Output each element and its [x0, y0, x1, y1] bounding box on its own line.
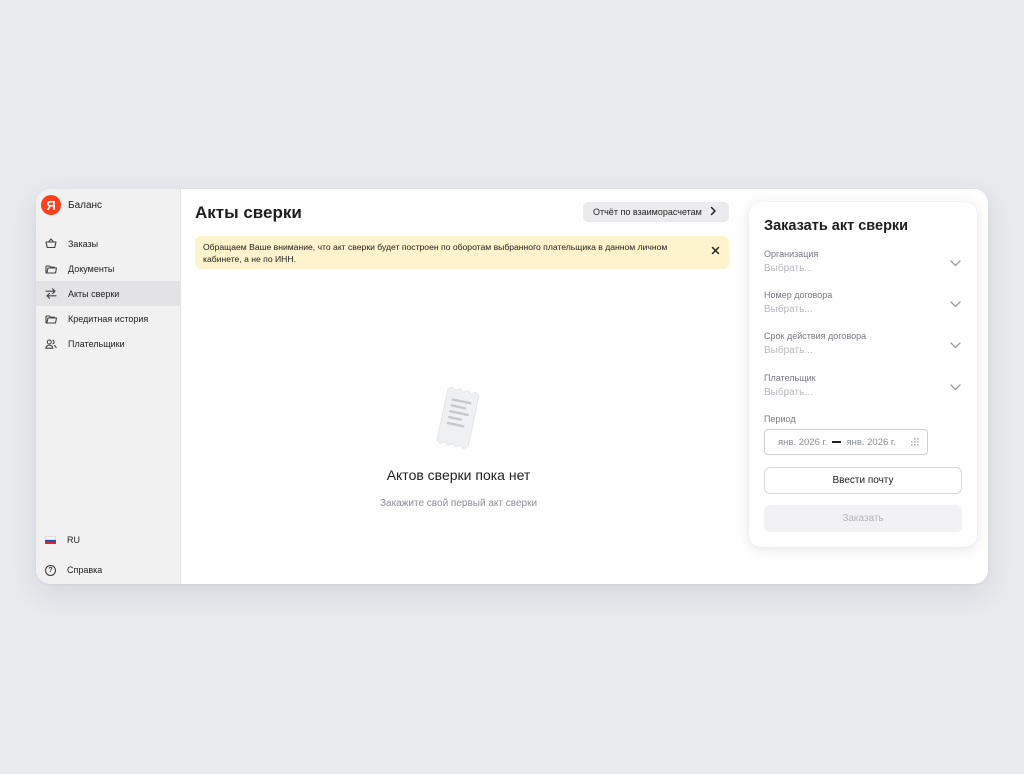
field-label: Срок действия договора	[764, 331, 867, 341]
order-act-panel: Заказать акт сверки Организация Выбрать.…	[749, 202, 977, 547]
yandex-logo-icon: Я	[41, 195, 61, 215]
field-label: Номер договора	[764, 290, 833, 300]
period-label: Период	[764, 414, 796, 424]
language-switcher[interactable]: RU	[36, 525, 180, 555]
chevron-down-icon	[950, 378, 961, 396]
sidebar-item-payers[interactable]: Плательщики	[36, 331, 180, 356]
chevron-down-icon	[950, 336, 961, 354]
sidebar-item-label: Документы	[68, 263, 115, 274]
help-link[interactable]: ? Справка	[36, 555, 180, 584]
organization-select[interactable]: Организация Выбрать...	[764, 249, 964, 281]
sidebar-item-credit-history[interactable]: Кредитная история	[36, 306, 180, 331]
contract-number-select[interactable]: Номер договора Выбрать...	[764, 290, 964, 322]
enter-email-button[interactable]: Ввести почту	[764, 467, 962, 494]
calendar-grid-icon[interactable]	[910, 438, 920, 450]
field-placeholder: Выбрать...	[764, 345, 813, 356]
brand-name: Баланс	[68, 199, 103, 211]
notice-text: Обращаем Ваше внимание, что акт сверки б…	[203, 242, 668, 264]
payer-select[interactable]: Плательщик Выбрать...	[764, 373, 964, 405]
russian-flag-icon	[45, 536, 56, 544]
panel-title: Заказать акт сверки	[764, 218, 909, 234]
help-icon: ?	[45, 564, 56, 576]
sidebar-item-documents[interactable]: Документы	[36, 256, 180, 281]
help-label: Справка	[67, 565, 103, 575]
settlement-report-label: Отчёт по взаиморасчетам	[593, 207, 702, 217]
receipt-icon	[434, 386, 484, 450]
sidebar-nav: Заказы Документы Акты сверки Кредитная и…	[36, 231, 180, 356]
basket-icon	[45, 238, 57, 250]
sidebar-item-reconciliation[interactable]: Акты сверки	[36, 281, 180, 306]
close-icon[interactable]	[711, 245, 720, 257]
folder-icon	[45, 263, 57, 275]
folder-icon	[45, 313, 57, 325]
sidebar: Я Баланс Заказы Документы Акты сверки Кр…	[36, 189, 181, 584]
settlement-report-button[interactable]: Отчёт по взаиморасчетам	[583, 202, 729, 222]
empty-state-subtitle: Закажите свой первый акт сверки	[379, 498, 538, 509]
arrows-swap-icon	[45, 288, 57, 300]
chevron-right-icon	[710, 206, 717, 219]
field-placeholder: Выбрать...	[764, 263, 813, 274]
period-from: янв. 2026 г.	[778, 436, 828, 448]
page-title: Акты сверки	[195, 203, 302, 222]
language-label: RU	[67, 535, 80, 545]
main-content: Акты сверки Отчёт по взаиморасчетам Обра…	[181, 189, 736, 584]
sidebar-footer: RU ? Справка	[36, 525, 180, 584]
app-window: Я Баланс Заказы Документы Акты сверки Кр…	[36, 189, 988, 584]
sidebar-item-label: Кредитная история	[68, 313, 149, 324]
empty-state-title: Актов сверки пока нет	[386, 467, 531, 483]
order-button[interactable]: Заказать	[764, 505, 962, 532]
field-label: Плательщик	[764, 373, 816, 383]
field-label: Организация	[764, 249, 819, 259]
chevron-down-icon	[950, 254, 961, 272]
notice-banner: Обращаем Ваше внимание, что акт сверки б…	[195, 236, 729, 269]
period-date-range-input[interactable]: янв. 2026 г. янв. 2026 г.	[764, 429, 928, 455]
chevron-down-icon	[950, 295, 961, 313]
sidebar-item-label: Плательщики	[68, 338, 125, 349]
contract-term-select[interactable]: Срок действия договора Выбрать...	[764, 331, 964, 363]
period-to: янв. 2026 г.	[846, 436, 896, 448]
sidebar-item-label: Акты сверки	[68, 288, 120, 299]
field-placeholder: Выбрать...	[764, 304, 813, 315]
brand[interactable]: Я Баланс	[41, 195, 102, 215]
sidebar-item-orders[interactable]: Заказы	[36, 231, 180, 256]
range-dash	[832, 441, 842, 443]
users-icon	[45, 338, 57, 350]
field-placeholder: Выбрать...	[764, 387, 813, 398]
sidebar-item-label: Заказы	[68, 238, 99, 249]
